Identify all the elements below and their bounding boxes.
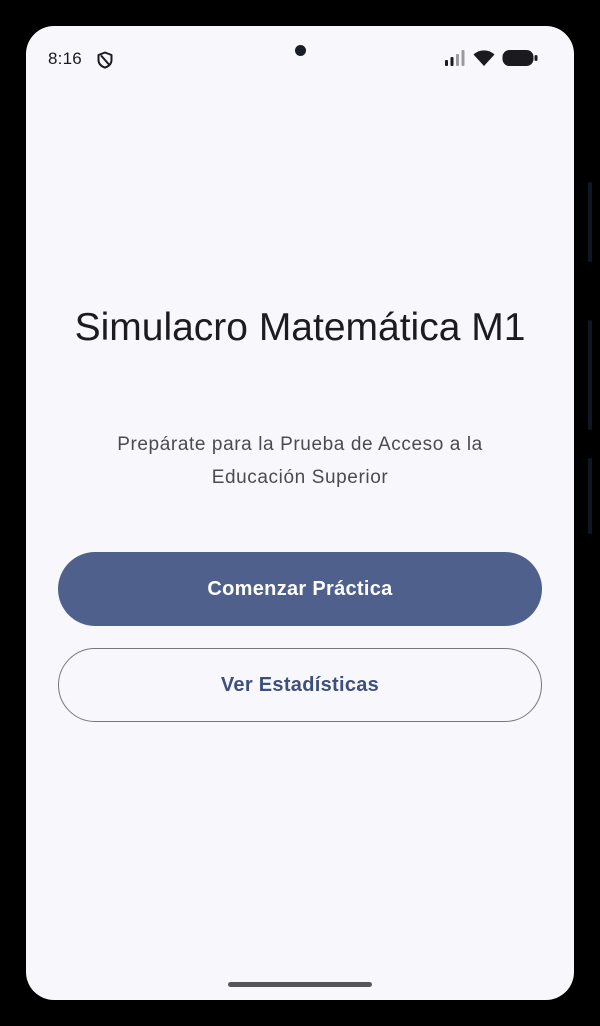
volume-up-button xyxy=(588,320,592,430)
page-title: Simulacro Matemática M1 xyxy=(74,306,526,349)
start-practice-button[interactable]: Comenzar Práctica xyxy=(58,552,542,626)
power-button xyxy=(588,182,592,262)
home-indicator[interactable] xyxy=(228,982,372,987)
app-screen: 8:16 Simulacro Matemática M1 Prepárate p… xyxy=(26,26,574,1000)
page-subtitle: Prepárate para la Prueba de Acceso a la … xyxy=(117,434,483,488)
view-statistics-button[interactable]: Ver Estadísticas xyxy=(58,648,542,722)
device-frame: 8:16 Simulacro Matemática M1 Prepárate p… xyxy=(0,0,600,1026)
volume-down-button xyxy=(588,458,592,534)
main-content: Simulacro Matemática M1 Prepárate para l… xyxy=(26,26,574,1000)
